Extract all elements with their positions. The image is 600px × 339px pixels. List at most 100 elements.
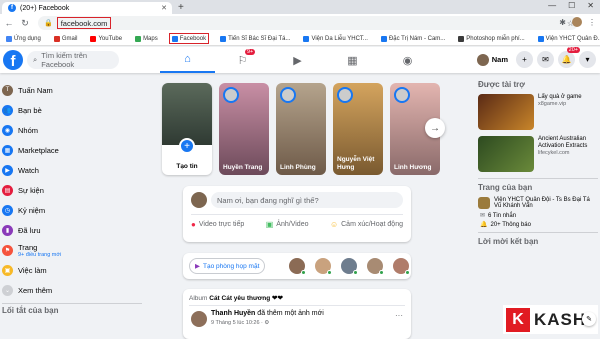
avatar[interactable] <box>191 311 207 327</box>
sidebar-item[interactable]: ▮ Đã lưu <box>0 220 150 240</box>
page-item[interactable]: Viện YHCT Quân Đội - Ts Bs Đại Tá Vũ Khá… <box>478 197 598 209</box>
feed-post: Album Cát Cát yêu thương ❤❤ Thanh Huyền … <box>183 289 411 339</box>
bookmark-icon <box>90 35 97 42</box>
sidebar-item[interactable]: ⚑ Trang 9+ điều trang mới <box>0 240 150 260</box>
maximize-icon[interactable]: ☐ <box>568 1 575 10</box>
composer-action-button[interactable]: ▣ Ảnh/Video <box>266 220 309 229</box>
composer-action-label: Video trực tiếp <box>198 221 245 228</box>
new-message-icon[interactable]: ✎ <box>582 312 596 326</box>
story-card[interactable]: Huyền Trang <box>219 83 269 175</box>
composer-action-button[interactable]: ● Video trực tiếp <box>191 220 244 229</box>
composer-input[interactable]: Nam ơi, bạn đang nghĩ gì thế? <box>211 192 403 208</box>
composer-actions: ● Video trực tiếp ▣ Ảnh/Video ☺ Cảm xúc/Hoạt … <box>191 220 403 229</box>
ad-item[interactable]: Ancient Australian Activation Extracts li… <box>478 136 598 172</box>
toolbar-actions: ✱ ⋮ <box>559 17 596 27</box>
create-story-card[interactable]: + Tạo tin <box>162 83 212 175</box>
sidebar-item[interactable]: ⌄ Xem thêm <box>0 280 150 300</box>
page-name: Viện YHCT Quân Đội - Ts Bs Đại Tá Vũ Khá… <box>494 197 590 209</box>
sidebar-item-label: Marketplace <box>18 145 59 155</box>
facebook-logo-icon[interactable]: f <box>3 50 23 70</box>
sidebar-item[interactable]: 👥 Bạn bè <box>0 100 150 120</box>
url-text[interactable]: facebook.com <box>56 17 112 29</box>
create-room-button[interactable]: ▶ Tạo phòng họp mặt <box>189 258 266 274</box>
bookmark-item[interactable]: Photoshop miễn phí... <box>456 33 526 44</box>
extensions-icon[interactable]: ✱ <box>559 18 566 27</box>
bookmark-item[interactable]: Tiến Sĩ Bác Sĩ Đại Tá... <box>218 33 292 44</box>
create-story-photo <box>162 83 212 145</box>
bookmark-label: Ứng dụng <box>14 35 41 42</box>
ad-text: Ancient Australian Activation Extracts li… <box>538 136 598 172</box>
search-input[interactable]: ⌕ Tìm kiếm trên Facebook <box>27 51 119 69</box>
composer-action-button[interactable]: ☺ Cảm xúc/Hoạt động <box>330 220 403 229</box>
more-options-icon[interactable]: ··· <box>395 311 403 320</box>
nav-marketplace-icon[interactable]: ▦ <box>325 47 380 73</box>
sidebar-item-label: Trang <box>18 242 38 252</box>
story-card[interactable]: Nguyễn Việt Hưng <box>333 83 383 175</box>
room-avatar[interactable] <box>367 258 384 275</box>
close-tab-icon[interactable]: ✕ <box>161 4 167 12</box>
story-avatar <box>337 87 353 103</box>
menu-dots-icon[interactable]: ⋮ <box>588 18 596 27</box>
sidebar-item[interactable]: ◷ Kỷ niệm <box>0 200 150 220</box>
bookmark-item[interactable]: Ứng dụng <box>4 33 43 44</box>
online-dot <box>379 270 384 275</box>
new-tab-icon[interactable]: + <box>178 2 184 13</box>
sidebar-item-icon: T <box>2 84 13 96</box>
bookmark-item[interactable]: Đặc Trị Nám - Cam... <box>379 33 447 44</box>
nav-pages-icon[interactable]: ⚐ 9+ <box>215 47 270 73</box>
close-window-icon[interactable]: ✕ <box>587 1 594 10</box>
nav-home-icon[interactable]: ⌂ <box>160 47 215 73</box>
minimize-icon[interactable]: — <box>548 1 556 10</box>
post-author[interactable]: Thanh Huyền <box>211 310 255 317</box>
stories-next-arrow-icon[interactable]: → <box>425 118 445 138</box>
main-nav: ⌂ ⚐ 9+ ▶ ▦ ◉ <box>160 47 435 73</box>
address-bar[interactable]: 🔒 facebook.com ☆ <box>38 16 578 30</box>
sidebar-item[interactable]: ▶ Watch <box>0 160 150 180</box>
browser-profile-avatar[interactable] <box>572 17 582 27</box>
online-dot <box>353 270 358 275</box>
ad-domain: x8game.vip <box>538 101 567 108</box>
room-avatar[interactable] <box>393 258 410 275</box>
back-icon[interactable]: ← <box>4 18 14 28</box>
messenger-icon[interactable]: ✉ <box>537 51 554 68</box>
page-stat-icon: ✉ <box>480 213 486 219</box>
reload-icon[interactable]: ↻ <box>20 18 30 29</box>
sidebar-item[interactable]: T Tuấn Nam <box>0 80 150 100</box>
ad-item[interactable]: Lấy quà ở game x8game.vip <box>478 94 598 130</box>
profile-link[interactable]: Nam <box>476 53 508 66</box>
room-avatar[interactable] <box>315 258 332 275</box>
album-title[interactable]: Cát Cát yêu thương ❤❤ <box>209 295 283 302</box>
page-stat-text: 6 Tin nhắn <box>488 212 517 219</box>
notifications-icon[interactable]: 🔔 20+ <box>558 47 580 68</box>
sidebar-item[interactable]: ▣ Việc làm <box>0 260 150 280</box>
browser-tab[interactable]: f (20+) Facebook ✕ <box>2 2 172 14</box>
bookmark-item[interactable]: Viện Da Liễu YHCT... <box>301 33 369 44</box>
bookmark-item[interactable]: YouTube <box>88 33 124 44</box>
page-stat-item[interactable]: 🔔 20+ Thông báo <box>480 221 598 229</box>
bookmark-item[interactable]: Facebook <box>168 33 210 44</box>
room-avatar[interactable] <box>341 258 358 275</box>
room-avatar[interactable] <box>289 258 306 275</box>
post-timestamp[interactable]: 9 Tháng 5 lúc 10:26 · ⚙ <box>211 320 269 326</box>
sidebar-item-text: Đã lưu <box>18 226 41 235</box>
account-menu-icon[interactable]: ▾ <box>579 51 596 68</box>
profile-name: Nam <box>491 55 508 64</box>
sidebar-item-icon: ⌄ <box>2 284 13 296</box>
bookmark-item[interactable]: Viện YHCT Quân Đ... <box>536 33 600 44</box>
page-stat-item[interactable]: ✉ 6 Tin nhắn <box>480 212 598 220</box>
sidebar-item[interactable]: ▦ Marketplace <box>0 140 150 160</box>
story-card[interactable]: Linh Phùng <box>276 83 326 175</box>
story-name: Huyền Trang <box>223 163 263 171</box>
window-controls: — ☐ ✕ <box>548 1 594 10</box>
composer-action-icon: ▣ <box>265 220 274 229</box>
bookmark-item[interactable]: Maps <box>133 33 160 44</box>
divider <box>189 305 405 306</box>
nav-groups-icon[interactable]: ◉ <box>380 47 435 73</box>
sidebar-item-label: Watch <box>18 165 39 175</box>
create-plus-icon[interactable]: + <box>516 51 533 68</box>
bookmark-item[interactable]: Gmail <box>52 33 80 44</box>
search-placeholder: Tìm kiếm trên Facebook <box>41 51 88 69</box>
nav-watch-icon[interactable]: ▶ <box>270 47 325 73</box>
sidebar-item[interactable]: ◉ Nhóm <box>0 120 150 140</box>
sidebar-item[interactable]: ▤ Sự kiện <box>0 180 150 200</box>
